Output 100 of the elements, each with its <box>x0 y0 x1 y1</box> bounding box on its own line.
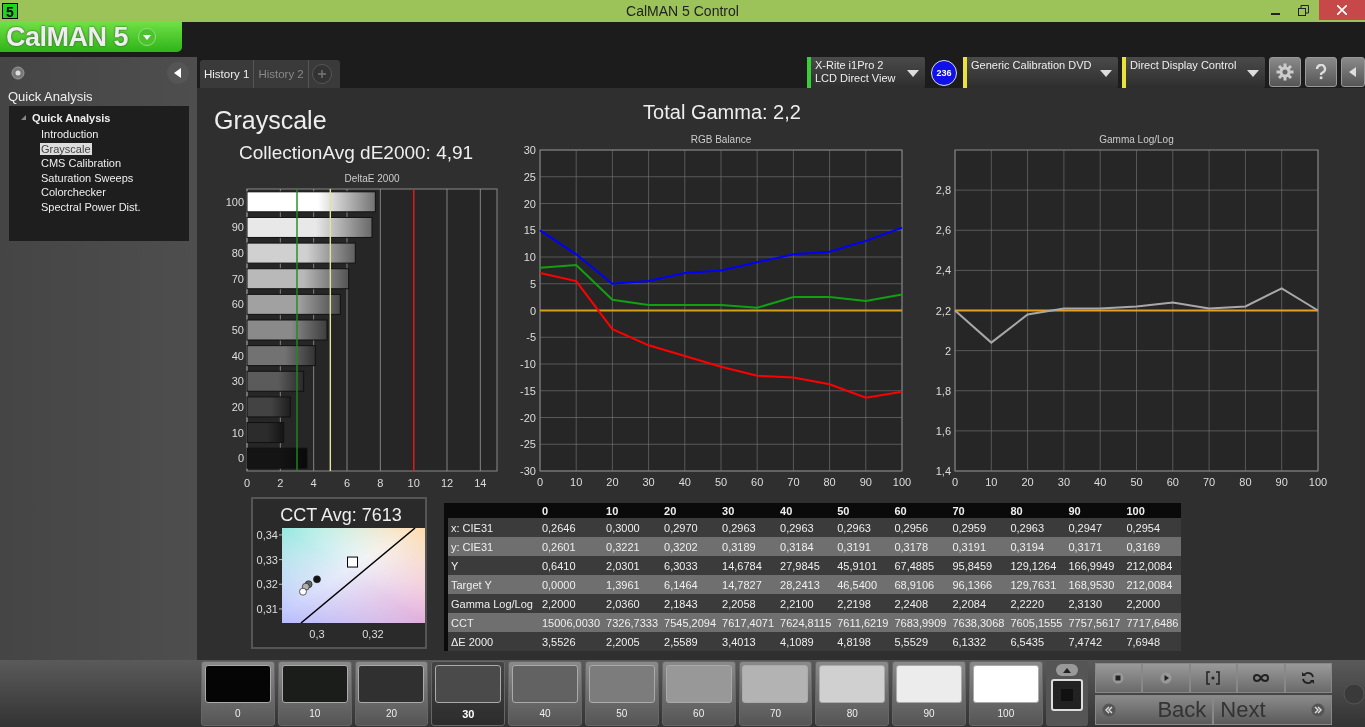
column-header: 70 <box>949 503 1008 518</box>
table-cell: 95,8459 <box>949 556 1008 575</box>
table-cell: 0,2646 <box>538 518 604 537</box>
table-cell: 2,0360 <box>603 594 662 613</box>
column-header: 0 <box>538 503 604 518</box>
table-cell: 2,2084 <box>949 594 1008 613</box>
y-tick-label: 1,6 <box>935 424 951 437</box>
source-label: Direct Display Control <box>1130 59 1237 72</box>
y-tick-label: 1,4 <box>935 465 951 477</box>
y-tick-label: 0 <box>529 304 536 317</box>
y-tick-label: 60 <box>231 298 244 311</box>
table-cell: 2,1843 <box>661 594 720 613</box>
x-tick-label: 10 <box>570 476 583 488</box>
table-cell: 0,2963 <box>834 518 892 537</box>
table-cell: 0,3171 <box>1065 537 1124 556</box>
x-tick-label: 12 <box>440 477 454 489</box>
x-tick-label: 30 <box>1057 476 1071 488</box>
y-tick-label: 30 <box>523 144 536 156</box>
table-cell: 166,9949 <box>1065 556 1124 575</box>
column-header: 10 <box>603 503 662 518</box>
page-title: Grayscale <box>213 105 328 135</box>
x-tick-label: 14 <box>474 477 487 489</box>
x-tick-label: 40 <box>678 476 691 488</box>
x-tick-label: 80 <box>823 476 836 488</box>
table-cell: 0,0000 <box>538 575 604 594</box>
row-header: Y <box>448 556 539 575</box>
table-cell: 7545,2094 <box>661 613 720 632</box>
x-tick-label: 60 <box>751 476 764 488</box>
y-tick-label: 80 <box>231 247 244 260</box>
table-cell: 0,2954 <box>1123 518 1182 537</box>
table-cell: 7326,7333 <box>603 613 662 632</box>
x-tick-label: 10 <box>985 476 998 488</box>
average-readout: CollectionAvg dE2000: 4,91 <box>238 141 475 165</box>
table-cell: 129,1264 <box>1007 556 1066 575</box>
x-tick-label: 20 <box>1021 476 1034 488</box>
y-tick-label: 25 <box>523 170 536 183</box>
x-tick-label: 4 <box>310 477 317 489</box>
table-cell: 0,2601 <box>538 537 604 556</box>
table-cell: 7,6948 <box>1123 632 1182 651</box>
x-tick-label: 90 <box>859 476 872 488</box>
y-tick-label: 0 <box>237 452 244 465</box>
table-cell: 2,2220 <box>1007 594 1066 613</box>
table-cell: 4,8198 <box>834 632 892 651</box>
table-cell: 7717,6486 <box>1123 613 1182 632</box>
table-cell: 6,1464 <box>661 575 720 594</box>
table-cell: 6,5435 <box>1007 632 1066 651</box>
table-cell: 3,4013 <box>719 632 778 651</box>
table-cell: 0,2963 <box>1007 518 1066 537</box>
source-label: Generic Calibration DVD <box>971 59 1092 72</box>
window-title: CalMAN 5 Control <box>626 3 739 19</box>
table-cell: 1,3961 <box>603 575 662 594</box>
patch-label: 20 <box>385 708 398 719</box>
y-tick-label: -25 <box>520 438 536 451</box>
table-cell: 6,1332 <box>949 632 1008 651</box>
table-cell: 7605,1555 <box>1007 613 1066 632</box>
table-cell: 129,7631 <box>1007 575 1066 594</box>
row-header: x: CIE31 <box>448 518 539 537</box>
table-cell: 2,2000 <box>538 594 604 613</box>
table-cell: 2,0301 <box>603 556 662 575</box>
column-header: 20 <box>661 503 720 518</box>
x-tick-label: 70 <box>1202 476 1216 488</box>
patch-label: 90 <box>923 708 935 719</box>
x-tick-label: 8 <box>377 477 384 489</box>
row-header: Gamma Log/Log <box>448 594 539 613</box>
y-tick-label: 30 <box>231 375 244 388</box>
x-tick-label: 100 <box>892 476 912 488</box>
x-tick-label: 90 <box>1275 476 1288 488</box>
chart-title: CCT Avg: 7613 <box>280 505 402 525</box>
y-tick-label: 0,31 <box>256 602 278 615</box>
patch-label: 80 <box>846 708 858 719</box>
x-tick-label: 80 <box>1239 476 1252 488</box>
x-tick-label: 0,3 <box>309 628 325 640</box>
table-cell: 2,3130 <box>1065 594 1124 613</box>
patch-label: 50 <box>616 708 628 719</box>
table-cell: 46,5400 <box>834 575 892 594</box>
patch-label: 100 <box>997 708 1015 719</box>
x-tick-label: 30 <box>642 476 655 488</box>
chart-title: DeltaE 2000 <box>344 173 400 184</box>
table-cell: 68,9106 <box>891 575 950 594</box>
chart-title: Gamma Log/Log <box>1099 134 1174 145</box>
x-tick-label: 60 <box>1166 476 1179 488</box>
y-tick-label: -10 <box>520 358 536 370</box>
table-cell: 15006,0030 <box>538 613 604 632</box>
column-header: 90 <box>1065 503 1124 518</box>
table-cell: 14,6784 <box>719 556 778 575</box>
table-cell: 0,3191 <box>834 537 892 556</box>
table-cell: 2,2100 <box>777 594 835 613</box>
table-cell: 67,4885 <box>891 556 950 575</box>
table-cell: 7611,6219 <box>834 613 892 632</box>
table-cell: 0,2970 <box>661 518 720 537</box>
table-cell: 0,3191 <box>949 537 1008 556</box>
y-tick-label: 1,8 <box>935 384 951 397</box>
table-cell: 2,2198 <box>834 594 892 613</box>
table-cell: 0,3178 <box>891 537 950 556</box>
table-cell: 0,2963 <box>719 518 778 537</box>
y-tick-label: 0,33 <box>256 553 278 566</box>
table-cell: 0,6410 <box>538 556 604 575</box>
x-tick-label: 20 <box>606 476 619 488</box>
table-cell: 0,2959 <box>949 518 1008 537</box>
table-cell: 0,3169 <box>1123 537 1182 556</box>
